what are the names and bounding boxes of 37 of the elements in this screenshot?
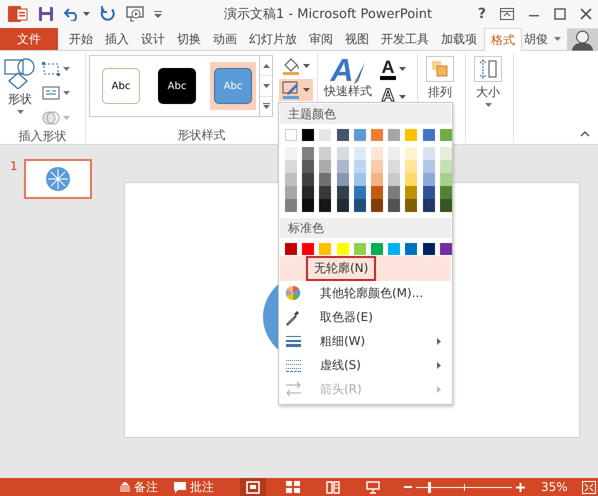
shape-style[interactable]: Abc (102, 68, 140, 104)
notes-button[interactable]: 备注 (114, 478, 164, 496)
help-button[interactable]: ? (478, 6, 486, 22)
ribbon-tab[interactable]: 格式 (484, 28, 522, 51)
quick-styles-button[interactable]: A 快速样式 (320, 55, 376, 102)
ribbon-tab[interactable]: 开发工具 (376, 28, 434, 50)
menu-item[interactable]: 其他轮廓颜色(M)... (280, 281, 451, 305)
text-fill-button[interactable]: A (378, 56, 408, 82)
ribbon-tab[interactable]: 幻灯片放 (244, 28, 302, 50)
menu-item: 箭头(R) (280, 377, 451, 401)
menu-item[interactable]: 无轮廓(N) (280, 256, 451, 281)
shape-style[interactable]: Abc (158, 68, 196, 104)
comments-button[interactable]: 批注 (168, 478, 220, 496)
menu-item[interactable]: 取色器(E) (280, 305, 451, 329)
zoom-level[interactable]: 35% (525, 478, 582, 496)
ribbon-tab[interactable]: 动画 (208, 28, 242, 50)
section-header: 主题颜色 (280, 104, 451, 124)
ribbon-tab[interactable]: 加载项 (436, 28, 482, 50)
section-header: 标准色 (280, 218, 451, 238)
ribbon-tab[interactable]: 插入 (100, 28, 134, 50)
ribbon-tab[interactable]: 设计 (136, 28, 170, 50)
window-title: 演示文稿1 - Microsoft PowerPoint (223, 6, 434, 23)
ribbon-tab[interactable]: 开始 (64, 28, 98, 50)
ribbon-tab[interactable]: 审阅 (304, 28, 338, 50)
slide-number: 1 (10, 159, 18, 173)
ribbon-tab[interactable]: 视图 (340, 28, 374, 50)
shapes-button[interactable]: 形状 (0, 55, 40, 116)
size-button[interactable]: 大小 (466, 55, 510, 108)
menu-item[interactable]: 粗细(W) (280, 329, 451, 353)
menu-item[interactable]: 虚线(S) (280, 353, 451, 377)
file-tab[interactable]: 文件 (0, 28, 58, 50)
group-label: 形状样式 (178, 127, 226, 143)
arrange-button[interactable]: 排列 (418, 55, 462, 102)
group-label: 插入形状 (18, 128, 66, 144)
ribbon-tab[interactable]: 切换 (172, 28, 206, 50)
style-gallery[interactable]: Abc Abc Abc (89, 55, 273, 117)
user-name[interactable]: 胡俊 (524, 30, 548, 48)
